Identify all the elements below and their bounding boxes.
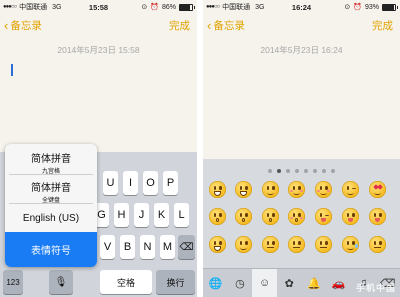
emoji-grimace-icon[interactable] <box>209 236 226 253</box>
menu-item-pinyin-9key[interactable]: 简体拼音 九宫格 <box>5 150 97 175</box>
car-icon[interactable]: 🚗 <box>326 269 351 297</box>
key-o[interactable]: O <box>143 171 158 195</box>
battery-percent: 93% <box>364 3 379 11</box>
emoji-happy-icon[interactable] <box>262 181 279 198</box>
emoji-expressionless-icon[interactable] <box>262 236 279 253</box>
emoji-smile-icon[interactable] <box>235 181 252 198</box>
page-dot <box>286 169 290 173</box>
language-menu: 简体拼音 九宫格 简体拼音 全键盘 English (US) 表情符号 <box>5 144 97 267</box>
page-dot-active <box>277 169 281 173</box>
key-b[interactable]: B <box>120 235 135 259</box>
emoji-keyboard: 🌐 ◷ ☺ ✿ 🔔 🚗 ♫ ⌫ 手机中国 <box>203 159 400 297</box>
flower-icon[interactable]: ✿ <box>277 269 302 297</box>
smiley-icon[interactable]: ☺ <box>252 269 277 297</box>
lock-rotation-icon: ⊙ <box>344 4 351 11</box>
back-button[interactable]: ‹ 备忘录 <box>207 18 245 33</box>
microphone-icon: 🎙 <box>54 276 68 288</box>
right-screenshot: ●●●○○ 中国联通 3G 16:24 ⊙ ⏰ 93% ‹ 备忘录 完成 201… <box>203 0 400 297</box>
note-date: 2014年5月23日 16:24 <box>260 45 343 55</box>
left-screenshot: ●●●○○ 中国联通 3G 15:58 ⊙ ⏰ 86% ‹ 备忘录 完成 201… <box>0 0 197 297</box>
menu-item-pinyin-full[interactable]: 简体拼音 全键盘 <box>5 179 97 204</box>
key-n[interactable]: N <box>140 235 155 259</box>
back-label: 备忘录 <box>10 20 42 32</box>
backspace-icon: ⌫ <box>179 241 194 253</box>
page-dot <box>268 169 272 173</box>
key-l[interactable]: L <box>174 203 189 227</box>
menu-divider <box>9 174 93 175</box>
nav-bar: ‹ 备忘录 完成 <box>0 14 197 38</box>
emoji-grinning-icon[interactable] <box>235 236 252 253</box>
key-h[interactable]: H <box>114 203 129 227</box>
emoji-kissing-closed-eyes-icon[interactable] <box>288 208 305 225</box>
emoji-sweat-icon[interactable] <box>342 236 359 253</box>
text-cursor[interactable] <box>11 64 13 76</box>
page-dot <box>322 169 326 173</box>
key-u[interactable]: U <box>103 171 118 195</box>
emoji-tongue-icon[interactable] <box>369 208 386 225</box>
key-v[interactable]: V <box>100 235 115 259</box>
page-dot <box>331 169 335 173</box>
watermark: 手机中国 <box>355 283 396 293</box>
emoji-wink-icon[interactable] <box>342 181 359 198</box>
done-button[interactable]: 完成 <box>169 18 190 33</box>
note-date: 2014年5月23日 15:58 <box>57 45 140 55</box>
alarm-icon: ⏰ <box>150 4 159 11</box>
battery-percent: 86% <box>161 3 176 11</box>
dictation-key[interactable]: 🎙 <box>49 270 73 294</box>
menu-item-english[interactable]: English (US) <box>5 213 97 224</box>
return-key[interactable]: 换行 <box>156 270 195 294</box>
alarm-icon: ⏰ <box>353 4 362 11</box>
back-button[interactable]: ‹ 备忘录 <box>4 18 42 33</box>
emoji-kiss-heart-icon[interactable] <box>209 208 226 225</box>
emoji-unamused-icon[interactable] <box>315 236 332 253</box>
key-p[interactable]: P <box>163 171 178 195</box>
page-dot <box>295 169 299 173</box>
back-label: 备忘录 <box>213 20 245 32</box>
bell-icon[interactable]: 🔔 <box>302 269 327 297</box>
emoji-kiss-icon[interactable] <box>235 208 252 225</box>
emoji-relaxed-icon[interactable] <box>315 181 332 198</box>
globe-icon[interactable]: 🌐 <box>203 269 228 297</box>
emoji-blush-icon[interactable] <box>288 181 305 198</box>
emoji-heart-eyes-icon[interactable] <box>369 181 386 198</box>
menu-divider <box>9 203 93 204</box>
battery-icon <box>382 3 398 11</box>
clock-icon[interactable]: ◷ <box>228 269 253 297</box>
menu-item-emoji[interactable]: 表情符号 <box>5 232 97 267</box>
emoji-grin-icon[interactable] <box>209 181 226 198</box>
menu-item-label: 简体拼音 <box>31 183 71 194</box>
emoji-tongue-wink-icon[interactable] <box>315 208 332 225</box>
menu-item-label: 简体拼音 <box>31 154 71 165</box>
page-dot <box>304 169 308 173</box>
lock-rotation-icon: ⊙ <box>141 4 148 11</box>
backspace-key[interactable]: ⌫ <box>178 235 195 259</box>
menu-item-label: English (US) <box>22 213 80 224</box>
emoji-tongue-closed-eyes-icon[interactable] <box>342 208 359 225</box>
numbers-key[interactable]: 123 <box>3 270 23 294</box>
key-j[interactable]: J <box>134 203 149 227</box>
page-indicator <box>203 169 400 173</box>
space-key[interactable]: 空格 <box>100 270 152 294</box>
emoji-kissing-icon[interactable] <box>262 208 279 225</box>
emoji-persevere-icon[interactable] <box>369 236 386 253</box>
status-bar: ●●●○○ 中国联通 3G 15:58 ⊙ ⏰ 86% <box>0 0 197 14</box>
key-m[interactable]: M <box>160 235 175 259</box>
page-dot <box>313 169 317 173</box>
done-button[interactable]: 完成 <box>372 18 393 33</box>
key-k[interactable]: K <box>154 203 169 227</box>
key-i[interactable]: I <box>123 171 138 195</box>
chevron-left-icon: ‹ <box>4 17 9 33</box>
nav-bar: ‹ 备忘录 完成 <box>203 14 400 38</box>
battery-icon <box>179 3 195 11</box>
chevron-left-icon: ‹ <box>207 17 212 33</box>
emoji-neutral-icon[interactable] <box>288 236 305 253</box>
status-bar: ●●●○○ 中国联通 3G 16:24 ⊙ ⏰ 93% <box>203 0 400 14</box>
